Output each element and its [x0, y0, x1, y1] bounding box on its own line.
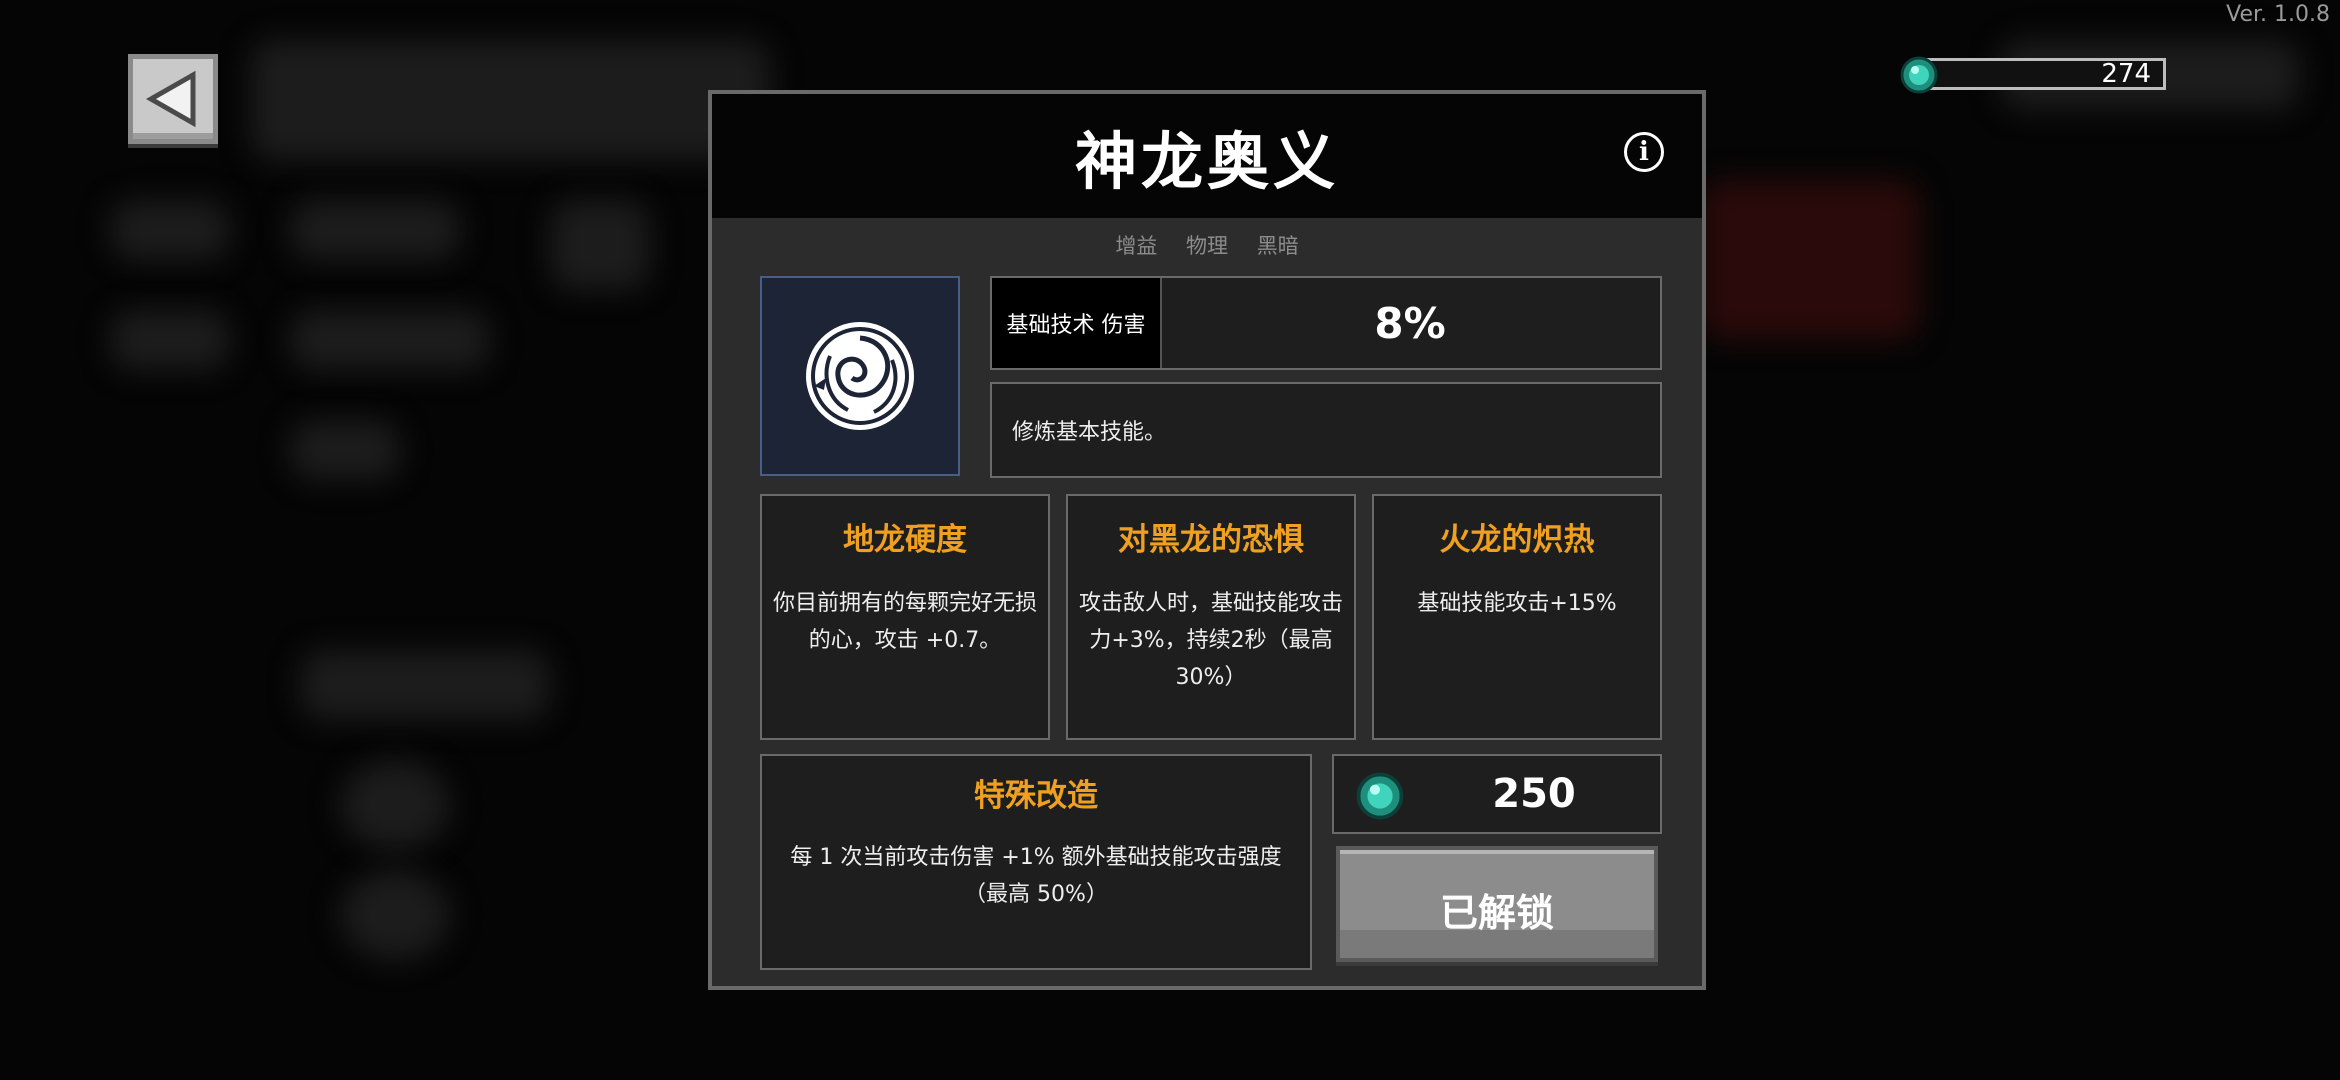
modal-header: 神龙奥义 i — [712, 94, 1702, 218]
back-button[interactable] — [128, 54, 218, 144]
tag: 增益 — [1115, 234, 1158, 258]
upgrade-card: 火龙的炽热 基础技能攻击+15% — [1372, 494, 1662, 740]
skill-tags: 增益 物理 黑暗 — [712, 230, 1702, 260]
card-text: 基础技能攻击+15% — [1417, 591, 1617, 616]
dragon-swirl-icon — [806, 322, 914, 430]
back-arrow-icon — [145, 70, 196, 128]
background-panel — [290, 200, 460, 260]
info-icon: i — [1639, 137, 1649, 167]
stat-label: 基础技术 伤害 — [992, 278, 1162, 368]
card-title: 火龙的炽热 — [1439, 522, 1595, 558]
upgrade-card: 对黑龙的恐惧 攻击敌人时，基础技能攻击力+3%，持续2秒（最高30%） — [1066, 494, 1356, 740]
card-title: 对黑龙的恐惧 — [1118, 522, 1304, 558]
tag: 物理 — [1186, 234, 1228, 258]
card-text: 每 1 次当前攻击伤害 +1% 额外基础技能攻击强度（最高 50%） — [790, 845, 1282, 907]
background-panel — [110, 200, 230, 260]
card-title: 特殊改造 — [974, 778, 1098, 814]
tag: 黑暗 — [1256, 234, 1299, 258]
background-panel — [340, 870, 450, 960]
background-panel — [250, 40, 770, 160]
info-button[interactable]: i — [1624, 132, 1664, 172]
cost-value: 250 — [1492, 771, 1576, 817]
skill-icon-frame — [760, 276, 960, 476]
card-text: 攻击敌人时，基础技能攻击力+3%，持续2秒（最高30%） — [1078, 591, 1343, 690]
currency-display: 274 — [1900, 56, 2168, 94]
background-panel — [300, 650, 550, 720]
modal-title: 神龙奥义 — [1074, 125, 1339, 198]
skill-detail-modal: 神龙奥义 i 增益 物理 黑暗 基础技术 伤害 8% 修炼基本技能。 地龙硬度 … — [708, 90, 1706, 990]
gem-icon — [1356, 772, 1404, 820]
background-panel — [340, 760, 450, 850]
background-panel — [290, 420, 400, 480]
version-label: Ver. 1.0.8 — [2226, 2, 2330, 27]
unlocked-button[interactable]: 已解锁 — [1336, 846, 1658, 962]
stat-value: 8% — [1374, 298, 1446, 348]
skill-description: 修炼基本技能。 — [990, 382, 1662, 478]
background-panel — [1700, 180, 1920, 340]
special-modification-card: 特殊改造 每 1 次当前攻击伤害 +1% 额外基础技能攻击强度（最高 50%） — [760, 754, 1312, 970]
card-text: 你目前拥有的每颗完好无损的心，攻击 +0.7。 — [772, 591, 1037, 653]
background-panel — [110, 310, 230, 370]
unlocked-label: 已解锁 — [1439, 890, 1554, 935]
gem-icon — [1900, 56, 1938, 94]
upgrade-card: 地龙硬度 你目前拥有的每颗完好无损的心，攻击 +0.7。 — [760, 494, 1050, 740]
card-title: 地龙硬度 — [843, 522, 967, 558]
currency-amount: 274 — [2101, 59, 2151, 89]
background-panel — [550, 200, 650, 290]
background-panel — [290, 310, 490, 370]
cost-display: 250 — [1332, 754, 1662, 834]
stat-box: 基础技术 伤害 8% — [990, 276, 1662, 370]
